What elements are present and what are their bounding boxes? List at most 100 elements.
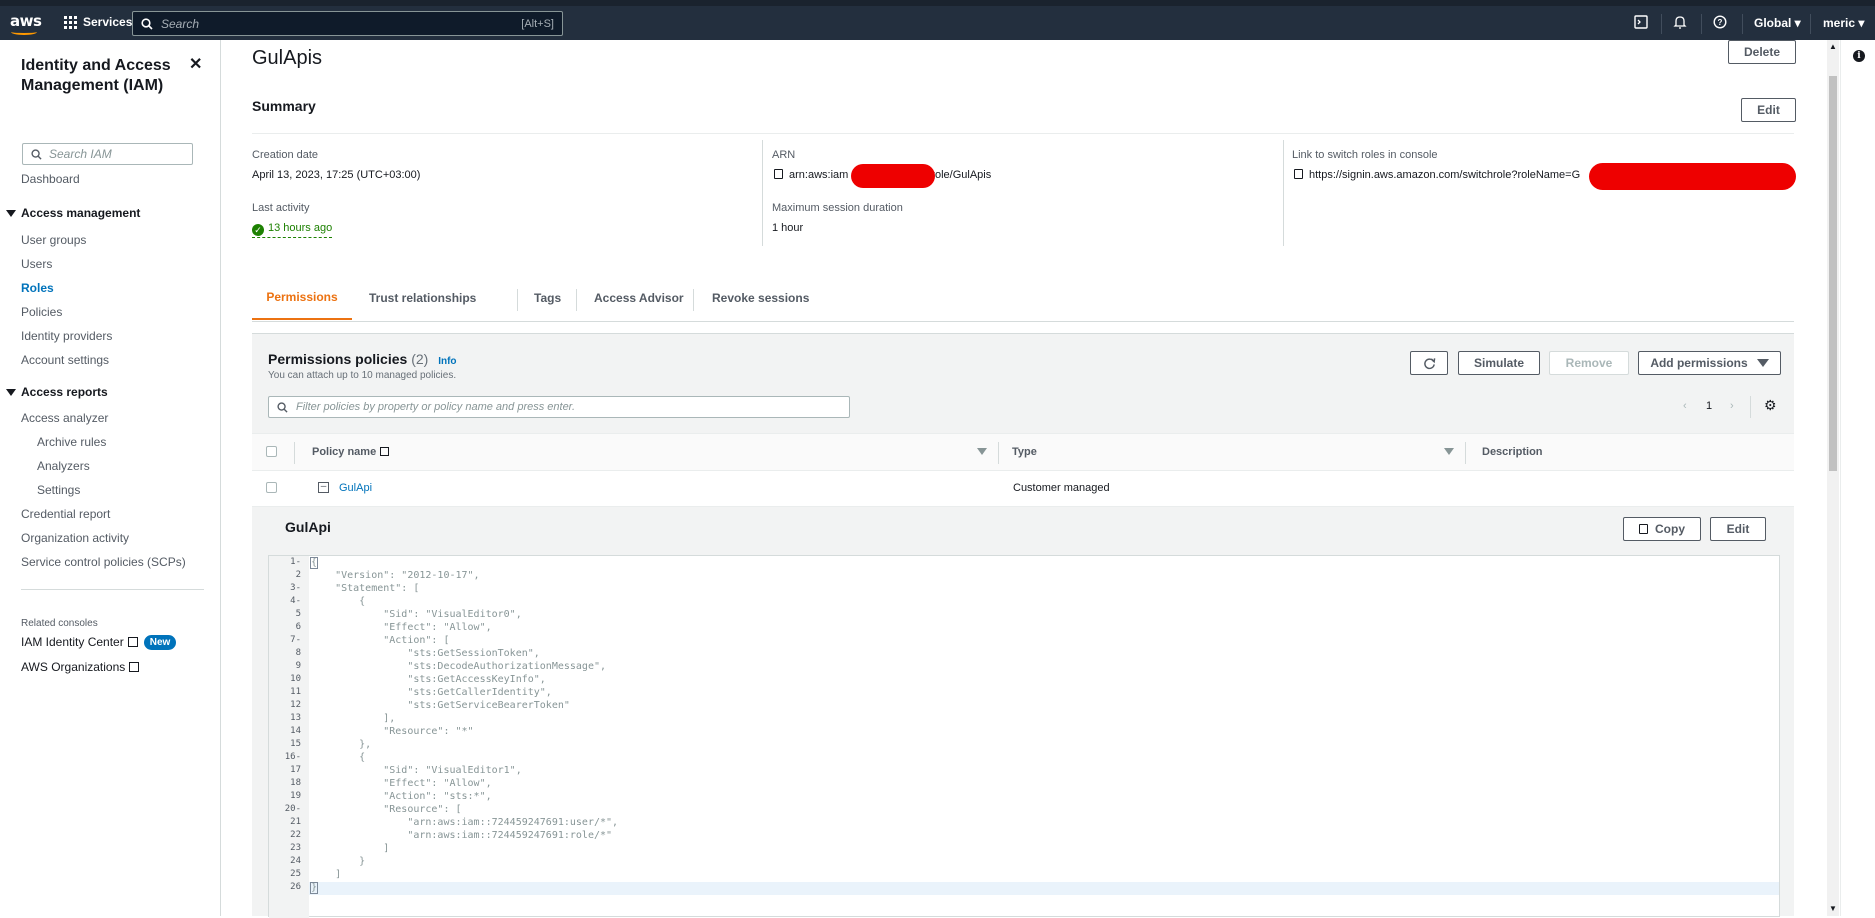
switch-role-link[interactable]: https://signin.aws.amazon.com/switchrole… xyxy=(1294,169,1580,181)
account-label: meric xyxy=(1823,16,1856,30)
caret-down-icon xyxy=(6,388,16,396)
sidebar-item-analyzers[interactable]: Analyzers xyxy=(37,459,90,473)
sort-icon[interactable] xyxy=(977,448,987,455)
services-menu-button[interactable]: Services xyxy=(64,15,132,29)
line-number: 9 xyxy=(295,661,301,671)
scrollbar-thumb[interactable] xyxy=(1829,76,1837,471)
info-icon[interactable]: i xyxy=(1853,50,1865,62)
sidebar-section-access-reports[interactable]: Access reports xyxy=(6,385,108,399)
delete-button[interactable]: Delete xyxy=(1728,40,1796,64)
related-link-label: AWS Organizations xyxy=(21,660,126,674)
tab-divider xyxy=(517,289,518,311)
sidebar-item-policies[interactable]: Policies xyxy=(21,305,62,319)
last-activity-value[interactable]: ✓ 13 hours ago xyxy=(252,222,333,238)
simulate-button[interactable]: Simulate xyxy=(1458,351,1540,375)
code-line: "Resource": [ xyxy=(311,804,462,815)
collapse-icon[interactable]: – xyxy=(318,482,329,493)
region-label: Global xyxy=(1754,16,1792,30)
sidebar-search-input[interactable]: Search IAM xyxy=(22,143,193,165)
bracket-match-marker xyxy=(310,557,318,569)
page-scrollbar[interactable]: ▲ ▼ xyxy=(1827,40,1839,916)
tab-revoke-sessions[interactable]: Revoke sessions xyxy=(712,276,809,320)
line-number: 17 xyxy=(290,765,301,775)
sidebar-item-identity-providers[interactable]: Identity providers xyxy=(21,329,112,343)
caret-down-icon xyxy=(1756,359,1769,367)
region-selector[interactable]: Global ▾ xyxy=(1754,16,1801,30)
copy-icon[interactable] xyxy=(1294,169,1303,179)
sidebar-divider xyxy=(21,589,204,590)
sidebar-item-dashboard[interactable]: Dashboard xyxy=(21,172,80,186)
sidebar-item-iam-identity-center[interactable]: IAM Identity Center New xyxy=(21,635,177,650)
sidebar-item-access-analyzer[interactable]: Access analyzer xyxy=(21,411,108,425)
sidebar-item-settings[interactable]: Settings xyxy=(37,483,80,497)
column-type[interactable]: Type xyxy=(1012,446,1037,458)
tab-permissions[interactable]: Permissions xyxy=(252,276,352,320)
page-number[interactable]: 1 xyxy=(1706,400,1712,412)
tab-access-advisor[interactable]: Access Advisor xyxy=(594,276,684,320)
help-icon[interactable]: ? xyxy=(1712,15,1728,31)
refresh-button[interactable] xyxy=(1410,351,1448,375)
sidebar-item-roles[interactable]: Roles xyxy=(21,281,54,295)
column-policy-name[interactable]: Policy name xyxy=(312,446,390,458)
filter-placeholder: Filter policies by property or policy na… xyxy=(296,401,575,413)
settings-gear-icon[interactable]: ⚙ xyxy=(1764,397,1777,414)
help-panel-toggle: i xyxy=(1840,40,1875,916)
nav-divider xyxy=(1810,14,1811,34)
global-search-input[interactable]: Search [Alt+S] xyxy=(132,11,563,36)
sidebar-item-credential-report[interactable]: Credential report xyxy=(21,507,110,521)
policy-json-editor[interactable]: 1- {2 "Version": "2012-10-17", 3- "Stateme… xyxy=(268,555,1780,918)
select-all-checkbox[interactable] xyxy=(266,446,277,457)
line-number: 20- xyxy=(284,804,301,814)
tab-tags[interactable]: Tags xyxy=(534,276,561,320)
sidebar-item-users[interactable]: Users xyxy=(21,257,52,271)
cloudshell-icon[interactable] xyxy=(1633,15,1649,31)
remove-button[interactable]: Remove xyxy=(1549,351,1629,375)
aws-logo-text: aws xyxy=(10,12,42,30)
prev-page-icon[interactable]: ‹ xyxy=(1683,400,1687,412)
close-icon[interactable]: ✕ xyxy=(189,54,202,74)
section-label: Access reports xyxy=(21,385,108,399)
add-permissions-button[interactable]: Add permissions xyxy=(1638,351,1781,375)
account-menu[interactable]: meric ▾ xyxy=(1823,16,1864,30)
sidebar-item-scps[interactable]: Service control policies (SCPs) xyxy=(21,555,186,569)
filter-policies-input[interactable]: Filter policies by property or policy na… xyxy=(268,396,850,418)
copy-policy-button[interactable]: Copy xyxy=(1623,517,1701,541)
edit-summary-button[interactable]: Edit xyxy=(1741,98,1796,122)
code-line: ], xyxy=(311,713,396,724)
code-line: "Resource": "*" xyxy=(311,726,474,737)
scroll-up-icon[interactable]: ▲ xyxy=(1829,42,1837,51)
nav-divider xyxy=(1701,14,1702,34)
bell-icon[interactable] xyxy=(1672,15,1688,31)
services-label: Services xyxy=(83,15,133,29)
nav-divider xyxy=(1661,14,1662,34)
sidebar-item-account-settings[interactable]: Account settings xyxy=(21,353,109,367)
sort-icon[interactable] xyxy=(1444,448,1454,455)
redaction-mark xyxy=(851,164,935,188)
sidebar-item-aws-organizations[interactable]: AWS Organizations xyxy=(21,660,140,674)
new-badge: New xyxy=(143,635,177,650)
info-link[interactable]: Info xyxy=(438,356,456,367)
line-number: 2 xyxy=(295,570,301,580)
max-session-value: 1 hour xyxy=(772,222,804,234)
aws-logo[interactable]: aws xyxy=(10,12,42,36)
policy-name-link[interactable]: GulApi xyxy=(339,482,372,494)
scroll-down-icon[interactable]: ▼ xyxy=(1829,904,1837,913)
line-number: 16- xyxy=(284,752,301,762)
sidebar-item-archive-rules[interactable]: Archive rules xyxy=(37,435,106,449)
column-description: Description xyxy=(1482,446,1543,458)
search-icon xyxy=(277,401,288,413)
table-row[interactable]: – GulApi Customer managed xyxy=(252,471,1794,507)
sidebar-item-user-groups[interactable]: User groups xyxy=(21,233,86,247)
sidebar-section-access-management[interactable]: Access management xyxy=(6,206,140,220)
next-page-icon[interactable]: › xyxy=(1730,400,1734,412)
max-session-label: Maximum session duration xyxy=(772,202,903,214)
row-checkbox[interactable] xyxy=(266,482,277,493)
edit-policy-button[interactable]: Edit xyxy=(1710,517,1766,541)
grid-icon xyxy=(64,15,77,29)
tab-trust-relationships[interactable]: Trust relationships xyxy=(369,276,476,320)
tab-divider xyxy=(576,289,577,311)
sidebar-item-organization-activity[interactable]: Organization activity xyxy=(21,531,129,545)
copy-icon[interactable] xyxy=(774,169,783,179)
arn-label: ARN xyxy=(772,149,796,161)
creation-date-value: April 13, 2023, 17:25 (UTC+03:00) xyxy=(252,169,421,181)
